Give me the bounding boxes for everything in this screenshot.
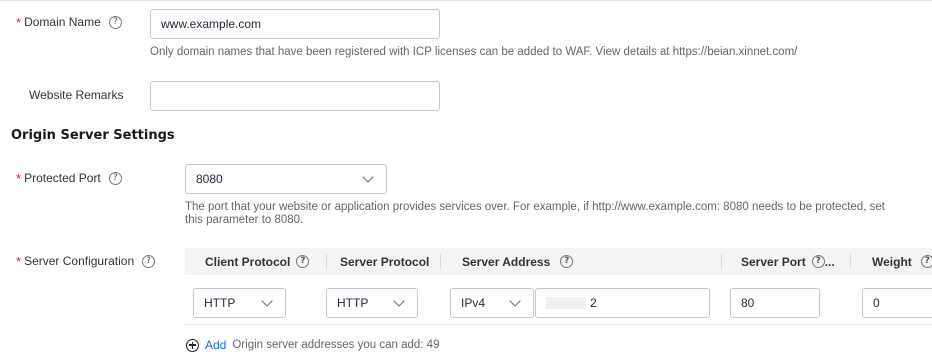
website-remarks-input[interactable] <box>150 81 440 111</box>
protected-port-hint-line1: The port that your website or applicatio… <box>185 201 885 213</box>
column-server-port: Server Port ? ... <box>741 254 835 269</box>
weight-input[interactable]: 0 <box>862 288 932 318</box>
help-icon[interactable]: ? <box>108 15 122 29</box>
protected-port-select[interactable]: 8080 <box>185 164 387 194</box>
server-address-input[interactable]: 2 <box>535 288 710 318</box>
domain-name-label: * Domain Name ? <box>16 12 122 32</box>
server-port-input[interactable]: 80 <box>730 288 820 318</box>
help-icon[interactable]: ? <box>920 255 932 268</box>
origin-server-settings-title: Origin Server Settings <box>11 128 175 143</box>
help-icon[interactable]: ? <box>296 255 310 268</box>
column-server-protocol: Server Protocol <box>340 254 430 269</box>
protected-port-label: * Protected Port ? <box>16 168 122 188</box>
help-icon[interactable]: ? <box>560 255 574 268</box>
row-divider <box>185 324 932 325</box>
domain-name-input[interactable]: www.example.com <box>150 9 440 39</box>
required-icon: * <box>16 253 22 269</box>
column-server-address: Server Address ? <box>462 248 574 275</box>
column-divider <box>721 254 722 269</box>
website-remarks-label: Website Remarks <box>29 88 124 102</box>
help-icon[interactable]: ? <box>108 171 122 185</box>
chevron-down-icon <box>362 171 374 183</box>
domain-name-hint: Only domain names that have been registe… <box>150 46 798 58</box>
column-divider <box>850 254 851 269</box>
column-weight: Weight ? <box>872 248 932 275</box>
add-row: Add Origin server addresses you can add:… <box>186 338 439 352</box>
required-icon: * <box>16 170 22 186</box>
column-divider <box>440 254 441 269</box>
help-icon[interactable]: ? <box>811 255 825 268</box>
help-icon[interactable]: ? <box>142 254 156 268</box>
add-icon[interactable] <box>186 338 199 352</box>
server-configuration-label: * Server Configuration ? <box>16 251 156 271</box>
protected-port-hint-line2: this parameter to 8080. <box>185 214 304 226</box>
column-client-protocol: Client Protocol ? <box>205 248 310 275</box>
top-divider <box>0 0 932 1</box>
chevron-down-icon <box>509 295 521 307</box>
chevron-down-icon <box>261 295 273 307</box>
server-protocol-select[interactable]: HTTP <box>326 288 418 318</box>
add-link[interactable]: Add <box>205 338 226 352</box>
chevron-down-icon <box>393 295 405 307</box>
column-divider <box>326 254 327 269</box>
address-type-select[interactable]: IPv4 <box>450 288 534 318</box>
client-protocol-select[interactable]: HTTP <box>193 288 286 318</box>
masked-address-block <box>546 297 586 309</box>
required-icon: * <box>16 14 22 30</box>
add-quota-text: Origin server addresses you can add: 49 <box>232 339 440 351</box>
